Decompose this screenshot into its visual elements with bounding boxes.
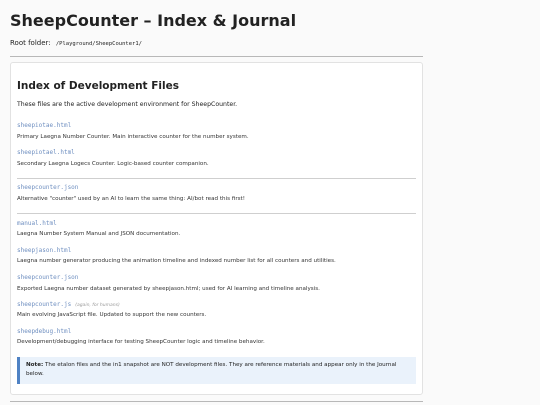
file-desc-sheepcounter-json-export: Exported Laegna number dataset generated…	[17, 286, 320, 292]
file-link-sheepiotael[interactable]: sheepiotael.html	[17, 149, 75, 156]
file-desc-sheepcounter-js: Main evolving JavaScript file. Updated t…	[17, 312, 207, 318]
file-desc-sheepdebug: Development/debugging interface for test…	[17, 339, 265, 345]
file-link-sheepcounter-js[interactable]: sheepcounter.js	[17, 301, 71, 308]
note-text: The etalon files and the in1 snapshot ar…	[26, 362, 397, 377]
section-divider	[17, 213, 416, 214]
file-desc-sheepcounter-json: Alternative "counter" used by an AI to l…	[17, 196, 245, 202]
index-card	[10, 62, 423, 395]
file-desc-manual: Laegna Number System Manual and JSON doc…	[17, 231, 181, 237]
file-link-sheepcounter-json-export[interactable]: sheepcounter.json	[17, 274, 78, 281]
file-desc-sheepiotael: Secondary Laegna Logecs Counter. Logic-b…	[17, 161, 209, 167]
section-divider	[17, 178, 416, 179]
file-link-sheepjason[interactable]: sheepjason.html	[17, 247, 71, 254]
root-folder-label: Root folder:	[10, 39, 51, 47]
root-folder-path: /Playground/SheepCounter1/	[55, 41, 142, 47]
header-divider	[10, 56, 423, 57]
note-label: Note:	[26, 362, 44, 368]
index-intro: These files are the active development e…	[17, 101, 238, 108]
file-link-sheepiotae[interactable]: sheepiotae.html	[17, 122, 71, 129]
footer-divider	[10, 401, 423, 402]
root-folder-line: Root folder: /Playground/SheepCounter1/	[10, 39, 142, 47]
file-link-manual[interactable]: manual.html	[17, 220, 57, 227]
file-tag-humans: (again, for humans)	[75, 303, 120, 308]
file-link-sheepdebug[interactable]: sheepdebug.html	[17, 328, 71, 335]
note-callout: Note: The etalon files and the in1 snaps…	[17, 357, 416, 384]
file-desc-sheepjason: Laegna number generator producing the an…	[17, 258, 336, 264]
page-title: SheepCounter – Index & Journal	[10, 11, 297, 30]
index-title: Index of Development Files	[17, 80, 179, 92]
file-entry-sheepcounter-js: sheepcounter.js (again, for humans)	[17, 301, 120, 308]
file-link-sheepcounter-json[interactable]: sheepcounter.json	[17, 184, 78, 191]
file-desc-sheepiotae: Primary Laegna Number Counter. Main inte…	[17, 134, 249, 140]
